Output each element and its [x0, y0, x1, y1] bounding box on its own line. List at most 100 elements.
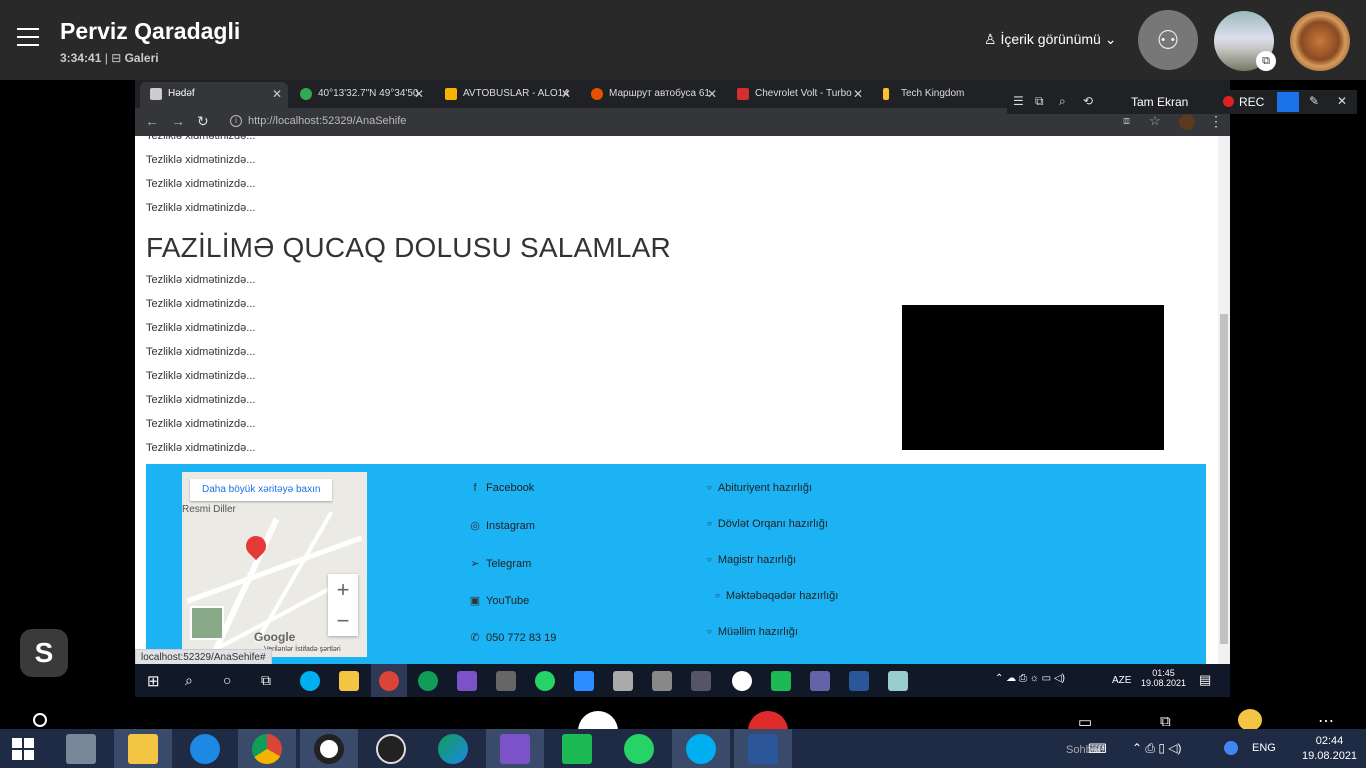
edge-app[interactable] — [424, 729, 482, 768]
scrollbar-thumb[interactable] — [1220, 314, 1228, 644]
edge-icon[interactable] — [418, 671, 438, 691]
tab-coordinates[interactable]: 40°13'32.7"N 49°34'50 ✕ — [290, 82, 430, 108]
teams-icon[interactable] — [810, 671, 830, 691]
tab-tech-kingdom[interactable]: Tech Kingdom — [873, 82, 1008, 108]
notifications-icon[interactable]: ▤ — [1199, 672, 1211, 688]
forward-icon[interactable]: → — [171, 113, 185, 129]
pen-icon[interactable]: ✎ — [1309, 94, 1319, 108]
more-vert-icon[interactable]: ⋮ — [1209, 113, 1223, 130]
skype-app[interactable] — [672, 729, 730, 768]
close-icon[interactable]: ✕ — [1337, 94, 1347, 108]
whatsapp-icon[interactable] — [535, 671, 555, 691]
zoom-icon[interactable]: ⌕ — [1059, 94, 1066, 109]
record-indicator-icon[interactable] — [33, 713, 47, 727]
language-indicator[interactable]: ENG — [1252, 742, 1276, 754]
star-icon[interactable]: ☆ — [1149, 113, 1161, 129]
service-item[interactable]: Dövlət Orqanı hazırlığı — [707, 518, 828, 530]
skype-icon[interactable]: S — [20, 629, 68, 677]
task-view-icon[interactable]: ⧉ — [261, 672, 271, 689]
info-icon[interactable]: i — [230, 115, 242, 127]
tab-hedef[interactable]: Hədəf ✕ — [140, 82, 288, 108]
participant-avatar-pattern[interactable] — [1290, 11, 1350, 71]
embedded-map[interactable]: Daha böyük xəritəyə baxın Resmi Diller +… — [182, 472, 367, 657]
tab-marshrut[interactable]: Маршрут автобуса 61 ✕ — [581, 82, 723, 108]
zoom-out-button[interactable]: − — [328, 605, 358, 636]
content-view-button[interactable]: ♙ İçerik görünümü ⌄ — [984, 31, 1116, 48]
close-icon[interactable]: ✕ — [853, 82, 863, 106]
windows-icon[interactable]: ⊞ — [147, 672, 160, 690]
social-instagram[interactable]: ◎ Instagram — [468, 519, 535, 532]
reload-icon[interactable]: ↻ — [197, 113, 209, 130]
windows-start-icon[interactable] — [12, 738, 36, 760]
rotate-icon[interactable]: ⟲ — [1083, 94, 1093, 108]
service-item[interactable]: Abituriyent hazırlığı — [707, 482, 812, 494]
contact-phone[interactable]: ✆ 050 772 83 19 — [468, 631, 556, 644]
participant-avatar-bus[interactable]: ⧉ — [1214, 11, 1276, 71]
tray-icons[interactable]: ⌃ ☁ ⎙ ☼ ▭ ◁) — [995, 673, 1065, 684]
recorder-app[interactable] — [300, 729, 358, 768]
close-icon[interactable]: ✕ — [414, 82, 424, 106]
chrome-app[interactable] — [238, 729, 296, 768]
remote-clock[interactable]: 01:45 19.08.2021 — [1141, 668, 1186, 688]
tools-app[interactable] — [52, 729, 110, 768]
clock[interactable]: 02:44 19.08.2021 — [1302, 734, 1357, 764]
gallery-label[interactable]: Galeri — [125, 51, 159, 65]
service-item[interactable]: Məktəbəqədər hazırlığı — [715, 590, 839, 602]
satellite-toggle[interactable] — [190, 606, 224, 640]
zoom-in-button[interactable]: + — [328, 574, 358, 605]
social-facebook[interactable]: f Facebook — [468, 482, 534, 494]
tab-avtobuslar[interactable]: AVTOBUSLAR - ALO14 ✕ — [435, 82, 577, 108]
visual-studio-icon[interactable] — [457, 671, 477, 691]
social-telegram[interactable]: ➢ Telegram — [468, 557, 531, 570]
tray-icons[interactable]: ⌃ ⎙ ▯ ◁) — [1132, 741, 1182, 756]
app-green[interactable] — [548, 729, 606, 768]
close-icon[interactable]: ✕ — [707, 82, 717, 106]
share-screen-icon[interactable]: ⧉ — [1160, 713, 1171, 730]
visual-studio-app[interactable] — [486, 729, 544, 768]
remote-lang[interactable]: AZE — [1112, 675, 1131, 686]
file-explorer-icon[interactable] — [339, 671, 359, 691]
google-icon[interactable] — [1224, 741, 1238, 755]
word-icon[interactable] — [849, 671, 869, 691]
more-icon[interactable]: ⋯ — [1318, 711, 1334, 731]
service-item[interactable]: Magistr hazırlığı — [707, 554, 796, 566]
whatsapp-app[interactable] — [610, 729, 668, 768]
app-icon[interactable] — [691, 671, 711, 691]
app-icon[interactable] — [888, 671, 908, 691]
tools-icon[interactable] — [496, 671, 516, 691]
map-terms[interactable]: Verilənlər İstifadə şərtləri — [264, 646, 341, 653]
ie-app[interactable] — [176, 729, 234, 768]
app-icon[interactable] — [771, 671, 791, 691]
menu-icon[interactable] — [17, 28, 39, 46]
chrome-icon[interactable] — [379, 671, 399, 691]
video-player[interactable] — [902, 305, 1164, 450]
menu-icon[interactable]: ☰ — [1013, 94, 1024, 108]
full-screen-button[interactable]: Tam Ekran — [1131, 95, 1188, 109]
window-icon[interactable]: ⧉ — [1035, 94, 1044, 109]
app-icon[interactable] — [652, 671, 672, 691]
app-icon[interactable] — [613, 671, 633, 691]
speed-app[interactable] — [362, 729, 420, 768]
page-scrollbar[interactable] — [1218, 136, 1230, 697]
add-participant-button[interactable]: ⚇ — [1138, 10, 1198, 70]
zoom-app-icon[interactable] — [574, 671, 594, 691]
tab-chevrolet[interactable]: Chevrolet Volt - Turbo ✕ — [727, 82, 869, 108]
back-icon[interactable]: ← — [145, 113, 159, 129]
record-button[interactable]: REC — [1223, 95, 1264, 109]
bigger-map-link[interactable]: Daha böyük xəritəyə baxın — [190, 479, 333, 501]
record-app-icon[interactable] — [732, 671, 752, 691]
search-icon[interactable]: ⌕ — [185, 672, 193, 689]
profile-avatar[interactable] — [1179, 114, 1195, 130]
skype-icon[interactable] — [300, 671, 320, 691]
close-icon[interactable]: ✕ — [561, 82, 571, 106]
keyboard-icon[interactable]: ⌨ — [1088, 741, 1107, 757]
social-youtube[interactable]: ▣ YouTube — [468, 594, 529, 607]
close-icon[interactable]: ✕ — [272, 82, 282, 106]
file-explorer-app[interactable] — [114, 729, 172, 768]
service-item[interactable]: Müəllim hazırlığı — [707, 626, 798, 638]
url-field[interactable]: http://localhost:52329/AnaSehife — [248, 115, 406, 127]
word-app[interactable] — [734, 729, 792, 768]
reactions-icon[interactable] — [1238, 709, 1262, 731]
translate-icon[interactable]: ⧈ — [1123, 115, 1130, 128]
cortana-icon[interactable]: ○ — [223, 672, 231, 688]
